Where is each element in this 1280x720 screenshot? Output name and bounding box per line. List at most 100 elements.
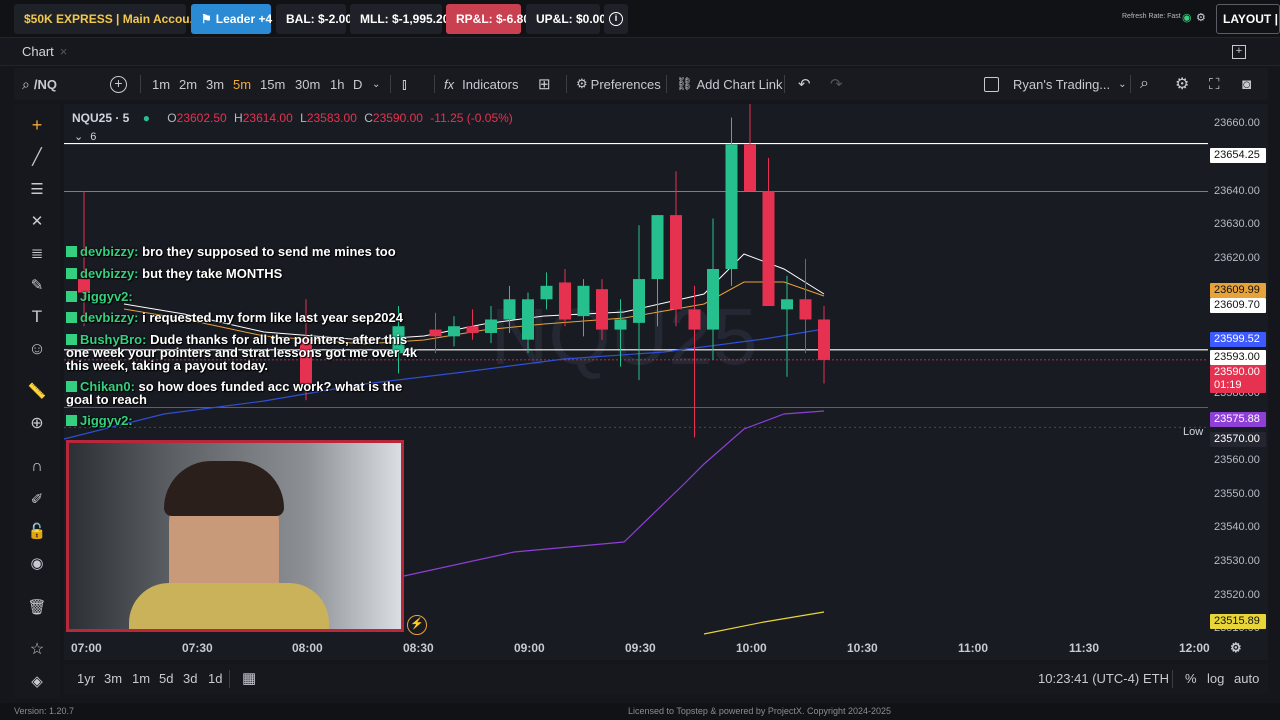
chat-message: Jiggyv2: [66,290,133,303]
time-axis[interactable]: 07:00 07:30 08:00 08:30 09:00 09:30 10:0… [64,636,1268,660]
zoom-search-icon[interactable]: ⌕ [1140,68,1149,100]
range-3m[interactable]: 3m [104,671,122,686]
range-5d[interactable]: 5d [159,671,173,686]
lock-drawing-icon[interactable]: ✐ [26,488,48,510]
indicators-button[interactable]: fx Indicators [444,68,519,100]
add-chart-link-label: Add Chart Link [696,76,783,92]
rpl-stat: RP&L: $-6.80 [446,4,530,34]
grid-icon[interactable]: ⊞ [538,68,551,100]
pattern-icon[interactable]: ✕ [26,210,48,232]
interval-3m[interactable]: 3m [206,68,224,100]
range-1d[interactable]: 1d [208,671,222,686]
interval-label: 2m [179,76,198,92]
horizontal-lines-icon[interactable]: ☰ [26,178,48,200]
range-1m[interactable]: 1m [132,671,150,686]
account-label: $50K EXPRESS | Main Accou... [24,12,200,26]
preferences-button[interactable]: ⚙ Preferences [576,68,661,100]
indicator-count: 6 [90,131,97,143]
magnet-icon[interactable]: ∩ [26,456,48,478]
mll-value: MLL: $-1,995.20 [360,12,450,26]
upl-stat: UP&L: $0.00 [526,4,606,34]
close-icon[interactable]: × [60,44,68,59]
axis-settings-icon[interactable]: ⚙ [1230,640,1242,656]
brush-icon[interactable]: ✎ [26,274,48,296]
candles-icon[interactable]: ⫾ [402,68,407,100]
percent-toggle[interactable]: % [1185,671,1197,686]
add-symbol-button[interactable]: + [110,68,127,100]
add-chart-link-button[interactable]: ⛓ Add Chart Link [676,68,783,100]
symbol-label: /NQ [33,76,57,92]
candle-body [522,299,534,340]
text-icon[interactable]: T [26,306,48,328]
indicators-collapse[interactable]: ⌄ 6 [74,130,96,143]
link-icon: ⛓ [676,76,693,91]
mll-stat: MLL: $-1,995.20 [350,4,449,34]
add-tab-icon[interactable]: + [1232,45,1246,59]
interval-5m[interactable]: 5m [233,68,251,100]
lock-icon[interactable]: 🔓 [26,520,48,542]
info-button[interactable]: i [604,4,628,34]
trendline-icon[interactable]: ╱ [26,146,48,168]
layers-icon[interactable]: ◈ [26,670,48,692]
camera-icon[interactable]: ◙ [1242,68,1251,100]
calendar-icon[interactable]: ▦ [242,669,256,687]
redo-icon[interactable]: ↷ [830,68,843,100]
log-toggle[interactable]: log [1207,671,1224,686]
chat-message: devbizzy: i requested my form like last … [66,311,403,324]
leader-button[interactable]: ⚑ Leader +4 [191,4,272,34]
time-tick: 08:30 [403,641,434,655]
star-icon[interactable]: ☆ [26,638,48,660]
session-toggle[interactable]: ETH [1143,671,1169,686]
range-3d[interactable]: 3d [183,671,197,686]
price-axis[interactable]: 23660.0023650.0023640.0023630.0023620.00… [1208,104,1268,636]
clock: 10:23:41 (UTC-4) [1038,671,1140,686]
crosshair-icon[interactable]: + [26,114,48,136]
price-label: 23575.88 [1210,412,1266,427]
fullscreen-icon[interactable]: ⛶ [1209,68,1220,100]
gear-icon: ⚙ [576,76,588,91]
function-icon: fx [444,76,455,92]
layout-button[interactable]: LAYOUT | de [1216,4,1280,34]
chat-badge-icon [66,415,77,426]
tab-chart[interactable]: Chart × [22,44,67,59]
settings-icon[interactable]: ⚙ [1196,11,1206,24]
candle-body [577,285,590,317]
interval-1m[interactable]: 1m [152,68,170,100]
plus-circle-icon: + [110,75,127,93]
indicators-label: Indicators [462,76,519,92]
layout-template-selector[interactable]: Ryan's Trading... ⌄ [984,68,1127,100]
chat-user: devbizzy: [80,310,139,325]
time-tick: 09:30 [625,641,656,655]
price-label: 23570.00 [1210,432,1266,447]
trash-icon[interactable]: 🗑 [26,596,48,618]
candle-body [744,144,756,192]
chevron-down-icon[interactable]: ⌄ [372,68,380,100]
interval-15m[interactable]: 15m [260,68,285,100]
interval-30m[interactable]: 30m [295,68,320,100]
price-tick: 23540.00 [1214,521,1260,534]
emoji-icon[interactable]: ☺ [26,338,48,360]
time-tick: 11:00 [958,641,989,655]
interval-d[interactable]: D [353,68,362,100]
fib-icon[interactable]: ≣ [26,242,48,264]
chart-legend: NQU25 · 5 ● O23602.50 H23614.00 L23583.0… [72,111,513,125]
auto-toggle[interactable]: auto [1234,671,1259,686]
webcam-overlay [66,440,404,632]
interval-1h[interactable]: 1h [330,68,344,100]
account-selector[interactable]: $50K EXPRESS | Main Accou... ▼ [14,4,210,34]
eye-icon[interactable]: ◉ [26,552,48,574]
zoom-in-icon[interactable]: ⊕ [26,412,48,434]
interval-2m[interactable]: 2m [179,68,197,100]
interval-label: 1m [152,76,171,92]
balance-stat: BAL: $-2.00 [276,4,352,34]
candle-body [540,285,553,300]
ruler-icon[interactable]: 📏 [26,380,48,402]
candle-body [688,309,701,330]
symbol-search[interactable]: ⌕ /NQ [22,68,57,100]
candle-body [614,319,627,330]
lightning-icon[interactable]: ⚡ [407,615,427,635]
chat-badge-icon [66,312,77,323]
settings-icon[interactable]: ⚙ [1175,68,1189,100]
range-1yr[interactable]: 1yr [77,671,95,686]
undo-icon[interactable]: ↶ [798,68,811,100]
